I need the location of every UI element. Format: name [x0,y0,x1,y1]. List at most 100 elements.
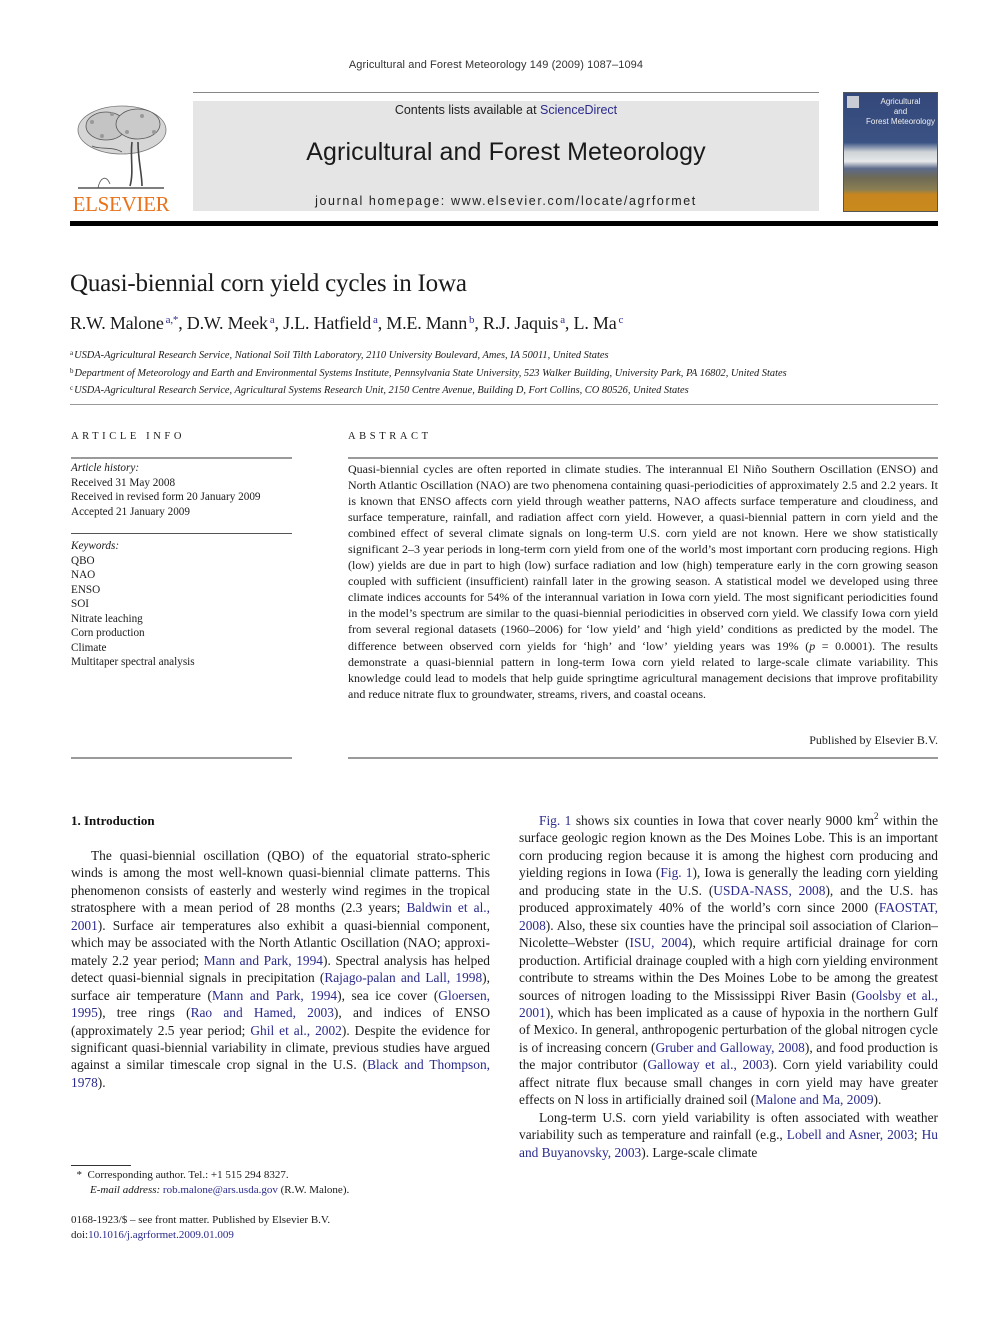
affiliation-key: b [70,366,74,375]
text-run: ), tree rings ( [97,1005,191,1021]
text-run: ). Large-scale climate [641,1144,758,1160]
doi-link[interactable]: 10.1016/j.agrformet.2009.01.009 [88,1229,234,1241]
affiliation-key: a [70,349,74,357]
keyword: Nitrate leaching [71,612,143,625]
citation-link[interactable]: USDA-NASS, 2008 [713,883,825,898]
citation-link[interactable]: Gruber and Galloway, 2008 [655,1040,804,1055]
email-label: E-mail address: [90,1183,161,1196]
affiliations: aUSDA-Agricultural Research Service, Nat… [70,346,787,399]
corresponding-author-footnote: * Corresponding author. Tel.: +1 515 294… [71,1168,350,1197]
masthead-top-rule [193,92,819,93]
author-separator: , [178,313,187,333]
author-list: R.W. Malone a,*, D.W. Meek a, J.L. Hatfi… [70,313,623,334]
intro-right-column: Fig. 1 shows six counties in Iowa that c… [519,812,938,1161]
intro-left-column: The quasi-biennial oscillation (QBO) of … [71,847,490,1091]
citation-link[interactable]: Rajago-palan and Lall, 1998 [324,970,482,985]
author-separator: , [274,313,284,333]
article-info-rule [71,457,292,459]
cover-title: Agricultural and Forest Meteorology [866,97,935,127]
article-title: Quasi-biennial corn yield cycles in Iowa [70,270,467,297]
affiliation-b: bDepartment of Meteorology and Earth and… [70,364,787,382]
keyword: Climate [71,641,107,654]
keywords: Keywords: QBO NAO ENSO SOI Nitrate leach… [71,539,195,670]
abstract-publisher: Published by Elsevier B.V. [809,733,938,747]
affiliation-text: USDA-Agricultural Research Service, Nati… [74,350,609,361]
author-affiliation-link[interactable]: a,* [164,314,179,326]
author-name: M.E. Mann [386,313,467,333]
keyword: ENSO [71,583,101,596]
text-run: ). [873,1092,882,1108]
contents-line: Contents lists available at ScienceDirec… [193,103,819,117]
history-revised: Received in revised form 20 January 2009 [71,491,261,503]
journal-masthead: Contents lists available at ScienceDirec… [193,101,819,211]
running-head: Agricultural and Forest Meteorology 149 … [348,59,644,71]
author-name: D.W. Meek [186,313,268,333]
citation-link[interactable]: Mann and Park, 1994 [204,953,323,968]
citation-link[interactable]: Fig. 1 [539,813,571,828]
journal-cover-image[interactable]: Agricultural and Forest Meteorology [843,92,938,212]
history-divider [71,533,292,534]
journal-title: Agricultural and Forest Meteorology [306,138,706,166]
email-link[interactable]: rob.malone@ars.usda.gov [163,1184,278,1196]
author-name: J.L. Hatfield [283,313,371,333]
author-affiliation-link[interactable]: a [371,314,378,326]
cover-publisher-icon [847,96,859,108]
footnote-marker: * [76,1169,83,1181]
front-matter: 0168-1923/$ – see front matter. Publishe… [71,1213,330,1242]
masthead-bottom-rule [70,221,938,226]
article-info-bottom-rule [71,757,292,759]
affiliation-text: USDA-Agricultural Research Service, Agri… [74,385,689,397]
doi-line: doi:10.1016/j.agrformet.2009.01.009 [71,1228,330,1243]
footnote-corresponding: Corresponding author. Tel.: +1 515 294 8… [87,1169,289,1181]
affiliation-text: Department of Meteorology and Earth and … [74,367,787,379]
citation-link[interactable]: Mann and Park, 1994 [212,988,337,1003]
section-heading-introduction: 1. Introduction [71,813,155,828]
abstract-rule [348,457,938,459]
footnote-line: * Corresponding author. Tel.: +1 515 294… [71,1168,349,1183]
citation-link[interactable]: Ghil et al., 2002 [250,1023,342,1038]
citation-link[interactable]: Rao and Hamed, 2003 [191,1005,334,1020]
text-run: ). [97,1074,106,1090]
cover-title-line: Agricultural [880,97,921,106]
issn-line: 0168-1923/$ – see front matter. Publishe… [71,1214,331,1226]
intro-paragraph: Long-term U.S. corn yield variability is… [519,1109,938,1161]
journal-homepage-link[interactable]: journal homepage: www.elsevier.com/locat… [193,194,819,208]
text-run: ; [913,1127,922,1143]
sciencedirect-link[interactable]: ScienceDirect [540,103,617,117]
keyword: SOI [71,598,90,610]
author-name: R.W. Malone [70,313,164,333]
author-affiliation-link[interactable]: a [268,314,275,326]
author-separator: , [377,313,387,333]
author-affiliation-link[interactable]: c [617,314,624,326]
affiliation-a: aUSDA-Agricultural Research Service, Nat… [70,346,787,364]
doi-prefix: doi: [71,1228,89,1241]
keyword: NAO [71,569,96,581]
abstract-heading: ABSTRACT [348,431,432,442]
article-info-heading: ARTICLE INFO [71,431,186,442]
keyword: QBO [71,554,95,567]
author-separator: , [564,313,574,333]
author-affiliation-link[interactable]: a [558,314,565,326]
elsevier-tree-icon [72,102,170,190]
elsevier-wordmark: ELSEVIER [72,192,170,216]
citation-link[interactable]: Malone and Ma, 2009 [755,1092,873,1107]
citation-link[interactable]: Galloway et al., 2003 [647,1057,769,1072]
author-separator: , [474,313,483,333]
contents-prefix: Contents lists available at [394,103,541,117]
affiliation-divider [70,404,938,405]
elsevier-logo[interactable]: ELSEVIER [70,100,172,216]
email-suffix: (R.W. Malone). [280,1183,350,1196]
cover-title-line: Forest Meteorology [866,117,935,126]
author-name: R.J. Jaquis [482,313,559,333]
keyword: Corn production [71,627,145,639]
citation-link[interactable]: Lobell and Asner, 2003 [787,1127,914,1142]
affiliation-c: cUSDA-Agricultural Research Service, Agr… [70,381,787,399]
text-run: shows six counties in Iowa that cover ne… [571,813,875,828]
citation-link[interactable]: Fig. 1 [660,865,692,880]
abstract-text: Quasi-biennial cycles are often reported… [348,461,938,702]
intro-paragraph: Fig. 1 shows six counties in Iowa that c… [519,812,938,1109]
abstract-part: Quasi-biennial cycles are often reported… [348,462,938,653]
cover-title-line: and [893,107,908,116]
intro-paragraph: The quasi-biennial oscillation (QBO) of … [71,847,490,1091]
citation-link[interactable]: ISU, 2004 [630,935,688,950]
